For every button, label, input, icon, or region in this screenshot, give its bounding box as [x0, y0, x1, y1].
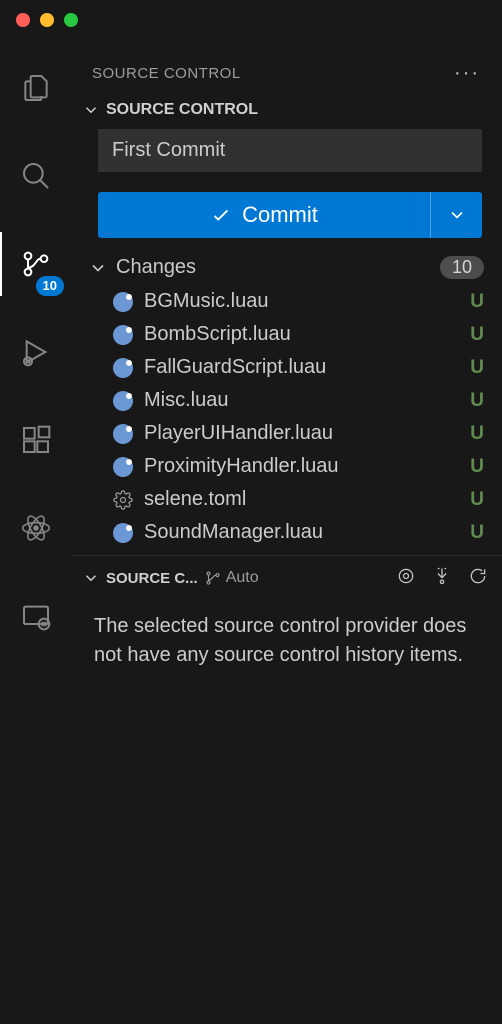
activity-extensions[interactable] [0, 416, 72, 464]
file-row[interactable]: ProximityHandler.luau U [100, 450, 502, 483]
file-status: U [470, 423, 484, 445]
graph-empty-message: The selected source control provider doe… [72, 596, 502, 686]
file-status: U [470, 522, 484, 544]
file-row[interactable]: SoundManager.luau U [100, 516, 502, 549]
file-name: BombScript.luau [144, 323, 460, 346]
remote-icon [20, 600, 52, 632]
file-name: PlayerUIHandler.luau [144, 422, 460, 445]
file-name: Misc.luau [144, 389, 460, 412]
graph-auto-button[interactable]: Auto [204, 569, 390, 587]
chevron-down-icon [88, 258, 108, 278]
extensions-icon [20, 424, 52, 456]
activity-source-control[interactable]: 10 [0, 240, 72, 288]
activity-run-debug[interactable] [0, 328, 72, 376]
gear-file-icon [112, 489, 134, 511]
commit-button-label: Commit [242, 202, 318, 228]
repo-section-header[interactable]: SOURCE CONTROL [72, 95, 502, 129]
file-row[interactable]: PlayerUIHandler.luau U [100, 417, 502, 450]
file-row[interactable]: selene.toml U [100, 483, 502, 516]
file-name: FallGuardScript.luau [144, 356, 460, 379]
commit-area: Commit [72, 129, 502, 238]
activity-explorer[interactable] [0, 64, 72, 112]
graph-header: SOURCE C... Auto [72, 556, 502, 596]
scm-badge: 10 [36, 276, 64, 296]
activity-search[interactable] [0, 152, 72, 200]
graph-refresh-button[interactable] [468, 566, 488, 590]
activity-remote[interactable] [0, 592, 72, 640]
file-row[interactable]: FallGuardScript.luau U [100, 351, 502, 384]
commit-button[interactable]: Commit [98, 192, 430, 238]
atom-icon [20, 512, 52, 544]
panel-more-button[interactable]: ··· [454, 62, 480, 85]
file-row[interactable]: BombScript.luau U [100, 318, 502, 351]
graph-auto-label: Auto [226, 569, 259, 587]
window-minimize-button[interactable] [40, 13, 54, 27]
luau-file-icon [112, 324, 134, 346]
changes-header[interactable]: Changes 10 [72, 238, 502, 285]
luau-file-icon [112, 423, 134, 445]
file-list: BGMusic.luauUBombScript.luauUFallGuardSc… [72, 285, 502, 549]
file-name: ProximityHandler.luau [144, 455, 460, 478]
file-status: U [470, 324, 484, 346]
luau-file-icon [112, 291, 134, 313]
graph-fetch-button[interactable] [432, 566, 452, 590]
debug-icon [20, 336, 52, 368]
activity-bar: 10 [0, 40, 72, 1024]
changes-count-badge: 10 [440, 256, 484, 279]
fetch-icon [432, 566, 452, 586]
file-name: selene.toml [144, 488, 460, 511]
source-control-panel: SOURCE CONTROL ··· SOURCE CONTROL Commit [72, 40, 502, 1024]
file-status: U [470, 357, 484, 379]
titlebar [0, 0, 502, 40]
luau-file-icon [112, 357, 134, 379]
luau-file-icon [112, 390, 134, 412]
panel-title: SOURCE CONTROL [92, 65, 241, 82]
graph-title[interactable]: SOURCE C... [106, 570, 198, 587]
file-name: BGMusic.luau [144, 290, 460, 313]
file-row[interactable]: BGMusic.luau U [100, 285, 502, 318]
main-area: 10 [0, 40, 502, 1024]
repo-title: SOURCE CONTROL [106, 101, 258, 119]
chevron-down-icon [82, 569, 100, 587]
luau-file-icon [112, 456, 134, 478]
file-status: U [470, 390, 484, 412]
panel-header: SOURCE CONTROL ··· [72, 40, 502, 95]
graph-target-button[interactable] [396, 566, 416, 590]
changes-label: Changes [116, 256, 196, 279]
file-status: U [470, 456, 484, 478]
branch-icon [204, 569, 222, 587]
commit-dropdown-button[interactable] [430, 192, 482, 238]
source-control-graph-section: SOURCE C... Auto [72, 555, 502, 686]
commit-message-input[interactable] [98, 129, 482, 172]
window-close-button[interactable] [16, 13, 30, 27]
file-status: U [470, 489, 484, 511]
check-icon [210, 204, 232, 226]
chevron-down-icon [82, 101, 100, 119]
file-row[interactable]: Misc.luau U [100, 384, 502, 417]
file-name: SoundManager.luau [144, 521, 460, 544]
search-icon [20, 160, 52, 192]
graph-actions [396, 566, 488, 590]
refresh-icon [468, 566, 488, 586]
target-icon [396, 566, 416, 586]
files-icon [20, 72, 52, 104]
chevron-down-icon [447, 205, 467, 225]
luau-file-icon [112, 522, 134, 544]
window-zoom-button[interactable] [64, 13, 78, 27]
file-status: U [470, 291, 484, 313]
activity-react[interactable] [0, 504, 72, 552]
commit-button-row: Commit [98, 192, 482, 238]
